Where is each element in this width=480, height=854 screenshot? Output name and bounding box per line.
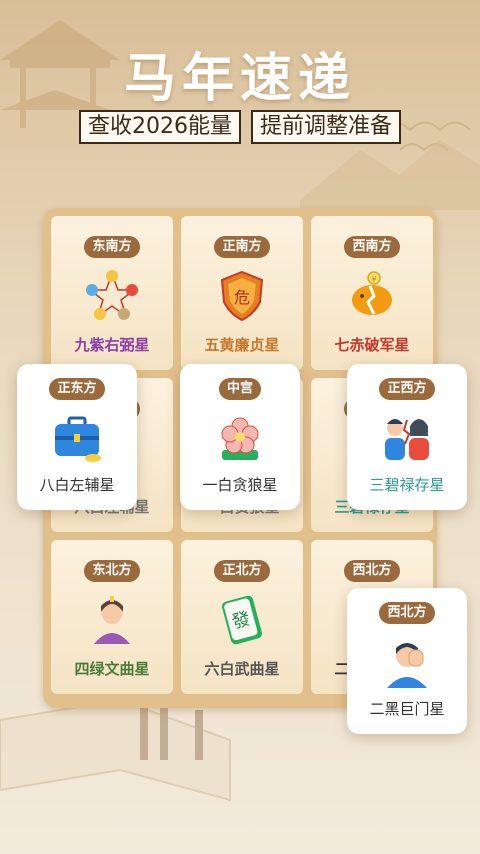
palace-popup-card[interactable]: 中宫 一白贪狼星	[180, 364, 300, 510]
briefcase-icon	[49, 410, 105, 466]
direction-pill: 西北方	[379, 602, 435, 624]
plum-blossom-icon	[212, 410, 268, 466]
quarrel-couple-icon	[379, 410, 435, 466]
danger-shield-icon: 危	[214, 268, 270, 324]
svg-text:¥: ¥	[371, 275, 376, 284]
sick-man-icon	[379, 634, 435, 690]
star-name: 九紫右弼星	[74, 336, 150, 354]
palace-cell[interactable]: 西南方 ¥ 七赤破军星	[311, 216, 433, 370]
page-title: 马年速递	[123, 48, 356, 109]
subtitle-row: 查收2026能量 提前调整准备	[0, 110, 480, 144]
star-name: 七赤破军星	[334, 336, 410, 354]
palace-cell[interactable]: 正南方 危 五黄廉贞星	[181, 216, 303, 370]
direction-pill: 中宫	[218, 378, 261, 400]
direction-pill: 西南方	[344, 236, 400, 258]
svg-text:危: 危	[234, 288, 250, 307]
subtitle-right: 提前调整准备	[250, 110, 401, 144]
palace-popup-card[interactable]: 西北方 二黑巨门星	[347, 588, 467, 734]
direction-pill: 正北方	[214, 560, 270, 582]
palace-popup-card[interactable]: 正西方 三碧禄存星	[347, 364, 467, 510]
star-name: 三碧禄存星	[369, 476, 445, 494]
palace-cell[interactable]: 东南方 九紫右弼星	[51, 216, 173, 370]
star-name: 二黑巨门星	[369, 700, 445, 718]
broken-piggy-bank-icon: ¥	[344, 268, 400, 324]
direction-pill: 正东方	[49, 378, 105, 400]
direction-pill: 正西方	[379, 378, 435, 400]
star-name: 六白武曲星	[204, 660, 280, 678]
mahjong-tile-icon: 發	[214, 592, 270, 648]
direction-pill: 东北方	[84, 560, 140, 582]
palace-cell[interactable]: 东北方 四绿文曲星	[51, 540, 173, 694]
star-name: 八白左辅星	[39, 476, 115, 494]
palace-popup-card[interactable]: 正东方 八白左辅星	[17, 364, 137, 510]
five-elements-icon	[84, 268, 140, 324]
direction-pill: 正南方	[214, 236, 270, 258]
subtitle-left: 查收2026能量	[78, 110, 241, 144]
scholar-woman-icon	[84, 592, 140, 648]
palace-cell[interactable]: 正北方 發 六白武曲星	[181, 540, 303, 694]
direction-pill: 西北方	[344, 560, 400, 582]
star-name: 五黄廉贞星	[204, 336, 280, 354]
star-name: 一白贪狼星	[202, 476, 278, 494]
direction-pill: 东南方	[84, 236, 140, 258]
star-name: 四绿文曲星	[74, 660, 150, 678]
